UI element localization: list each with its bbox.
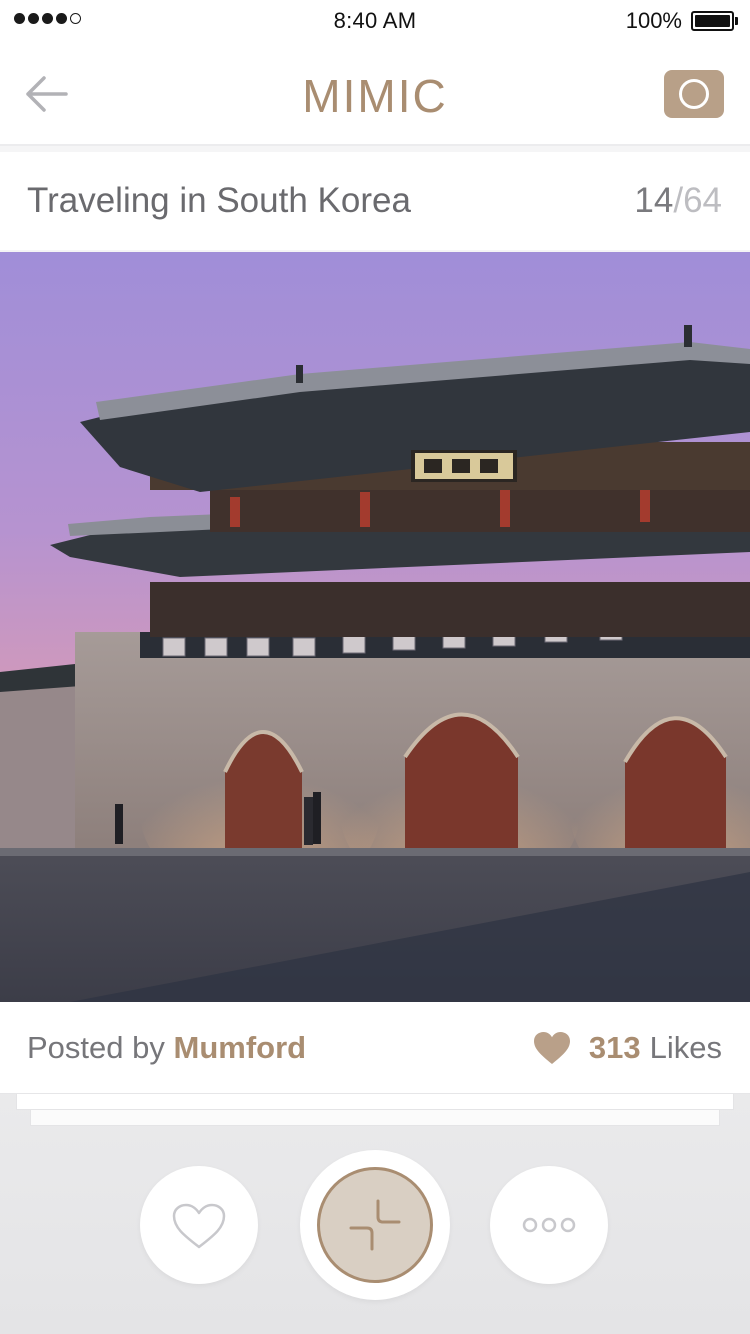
likes-count: 313 bbox=[588, 1030, 641, 1065]
battery-icon bbox=[691, 11, 738, 31]
more-dots-icon bbox=[522, 1217, 576, 1233]
post-photo[interactable] bbox=[0, 252, 750, 1002]
mimic-button[interactable] bbox=[300, 1150, 450, 1300]
heart-filled-icon bbox=[533, 1032, 570, 1064]
posted-by: Posted by Mumford bbox=[27, 1030, 306, 1066]
counter-total: 64 bbox=[683, 181, 722, 220]
album-header: Traveling in South Korea 14/64 bbox=[0, 152, 750, 250]
author-name[interactable]: Mumford bbox=[174, 1030, 307, 1065]
camera-icon bbox=[679, 79, 709, 109]
heart-outline-icon bbox=[172, 1203, 226, 1249]
more-button[interactable] bbox=[490, 1166, 608, 1284]
album-title: Traveling in South Korea bbox=[27, 181, 411, 220]
card-stack-layer bbox=[16, 1094, 734, 1110]
likes-info[interactable]: 313 Likes bbox=[533, 1030, 722, 1066]
posted-by-label: Posted by bbox=[27, 1030, 165, 1065]
mimic-button-inner bbox=[317, 1167, 433, 1283]
post-footer: Posted by Mumford 313 Likes bbox=[0, 1002, 750, 1094]
like-button[interactable] bbox=[140, 1166, 258, 1284]
battery-percent: 100% bbox=[625, 8, 682, 33]
status-bar: 8:40 AM 100% bbox=[0, 0, 750, 40]
counter-separator: / bbox=[673, 181, 684, 220]
camera-button[interactable] bbox=[664, 70, 724, 118]
app-title: MIMIC bbox=[302, 70, 448, 122]
nav-bar: MIMIC bbox=[0, 40, 750, 146]
plus-split-icon bbox=[349, 1199, 401, 1251]
counter-current: 14 bbox=[634, 181, 674, 220]
photo-counter: 14/64 bbox=[634, 181, 722, 221]
likes-label: Likes bbox=[649, 1030, 722, 1065]
card-stack-layer bbox=[30, 1110, 720, 1126]
